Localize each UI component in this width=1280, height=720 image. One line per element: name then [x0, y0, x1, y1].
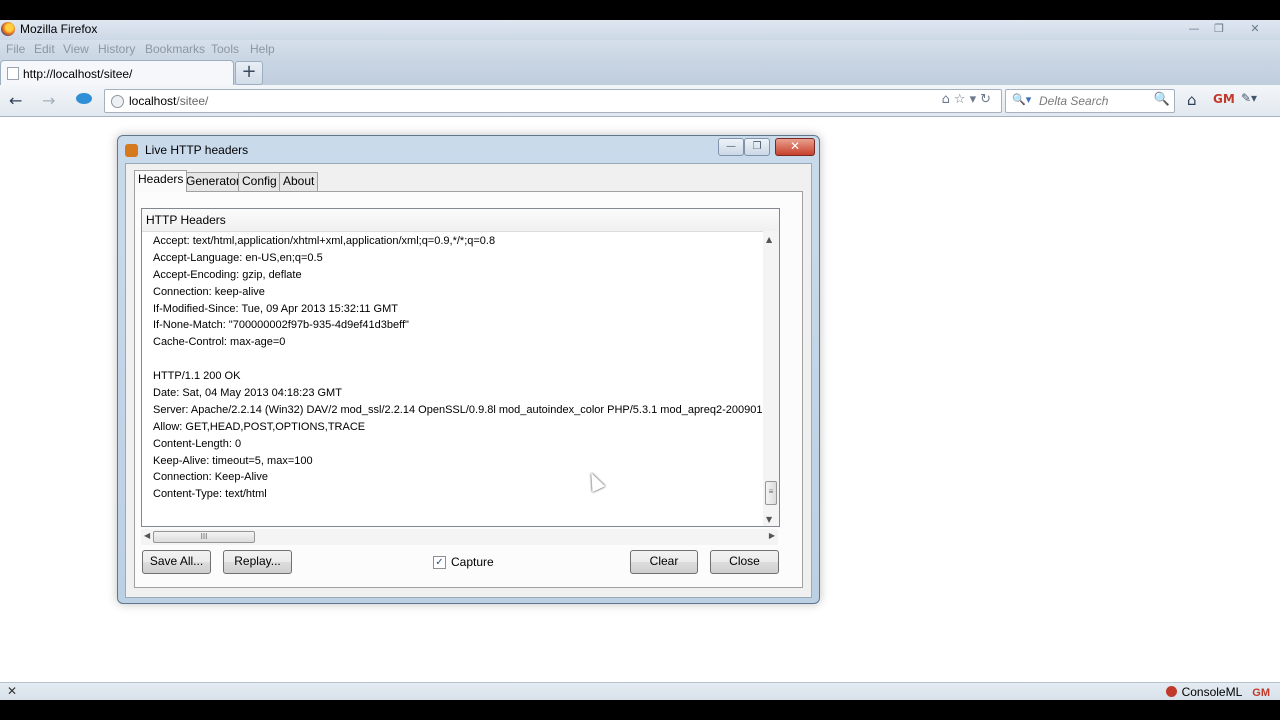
- new-tab-button[interactable]: +: [235, 61, 263, 85]
- close-icon[interactable]: ✕: [1245, 21, 1265, 37]
- navigation-toolbar: ← → localhost/sitee/ ⌂☆▾↻ 🔍▾ Delta Searc…: [0, 85, 1280, 117]
- url-bar-tools-icon[interactable]: ⌂☆▾↻: [942, 92, 995, 107]
- extension-menu-icon[interactable]: ✎▾: [1241, 91, 1257, 105]
- header-line[interactable]: If-None-Match: "700000002f97b-935-4d9ef4…: [153, 317, 763, 334]
- header-line[interactable]: Cache-Control: max-age=0: [153, 334, 763, 351]
- header-line[interactable]: Content-Type: text/html: [153, 486, 763, 503]
- search-bar[interactable]: 🔍▾ Delta Search 🔍: [1005, 89, 1175, 113]
- menu-history[interactable]: History: [98, 42, 135, 56]
- menu-view[interactable]: View: [63, 42, 89, 56]
- page-icon: [7, 67, 19, 80]
- save-all-button[interactable]: Save All...: [142, 550, 211, 574]
- scroll-up-icon[interactable]: ▲: [766, 235, 772, 244]
- window-title: Mozilla Firefox: [20, 22, 98, 36]
- replay-button[interactable]: Replay...: [223, 550, 292, 574]
- browser-tab[interactable]: http://localhost/sitee/: [0, 60, 234, 86]
- dialog-app-icon: [125, 144, 138, 157]
- list-header-label: HTTP Headers: [146, 213, 226, 227]
- close-button[interactable]: Close: [710, 550, 779, 574]
- vertical-scroll-thumb[interactable]: ≡: [765, 481, 777, 505]
- list-header[interactable]: HTTP Headers: [142, 209, 779, 232]
- scroll-right-icon[interactable]: ▶: [769, 531, 775, 540]
- header-line[interactable]: Connection: keep-alive: [153, 284, 763, 301]
- header-line[interactable]: Content-Length: 0: [153, 436, 763, 453]
- forward-button[interactable]: →: [42, 91, 55, 110]
- scroll-left-icon[interactable]: ◀: [144, 531, 150, 540]
- dialog-close-icon[interactable]: ✕: [775, 138, 815, 156]
- header-line[interactable]: [153, 351, 763, 368]
- tab-bar: http://localhost/sitee/ +: [0, 58, 1280, 86]
- headers-panel: HTTP Headers Accept: text/html,applicati…: [134, 191, 803, 588]
- url-path: /sitee/: [176, 94, 209, 108]
- header-line[interactable]: Server: Apache/2.2.14 (Win32) DAV/2 mod_…: [153, 402, 772, 419]
- url-host: localhost: [129, 94, 177, 108]
- search-icon[interactable]: 🔍: [1154, 92, 1170, 107]
- live-http-headers-dialog: Live HTTP headers — ❐ ✕ Headers Generato…: [117, 135, 820, 604]
- header-line[interactable]: Date: Sat, 04 May 2013 04:18:23 GMT: [153, 385, 763, 402]
- tab-generator[interactable]: Generator: [182, 172, 245, 191]
- status-right: ConsoleML GM: [1165, 685, 1270, 699]
- menu-bookmarks[interactable]: Bookmarks: [145, 42, 205, 56]
- gm-status-icon[interactable]: GM: [1252, 687, 1270, 699]
- minimize-icon[interactable]: —: [1184, 21, 1204, 37]
- url-bar[interactable]: localhost/sitee/ ⌂☆▾↻: [104, 89, 1002, 113]
- dialog-title: Live HTTP headers: [145, 143, 249, 157]
- http-headers-list[interactable]: HTTP Headers Accept: text/html,applicati…: [141, 208, 780, 527]
- tab-about[interactable]: About: [279, 172, 319, 191]
- header-lines: Accept: text/html,application/xhtml+xml,…: [153, 233, 772, 503]
- tab-config[interactable]: Config: [238, 172, 281, 191]
- menu-tools[interactable]: Tools: [211, 42, 239, 56]
- gm-icon[interactable]: GM: [1213, 92, 1235, 106]
- capture-label[interactable]: Capture: [451, 555, 494, 569]
- menu-bar: File Edit View History Bookmarks Tools H…: [0, 40, 1280, 58]
- header-line[interactable]: Connection: Keep-Alive: [153, 469, 763, 486]
- url-text[interactable]: localhost/sitee/: [129, 94, 208, 108]
- header-line[interactable]: Accept-Language: en-US,en;q=0.5: [153, 250, 763, 267]
- horizontal-scroll-thumb[interactable]: III: [153, 531, 255, 543]
- capture-checkbox[interactable]: ✓: [433, 556, 446, 569]
- back-button[interactable]: ←: [9, 91, 22, 110]
- header-line[interactable]: If-Modified-Since: Tue, 09 Apr 2013 15:3…: [153, 301, 763, 318]
- header-line[interactable]: Keep-Alive: timeout=5, max=100: [153, 453, 763, 470]
- scroll-down-icon[interactable]: ▼: [766, 515, 772, 524]
- vertical-scrollbar[interactable]: ▲ ≡ ▼: [763, 231, 779, 526]
- header-line[interactable]: Accept: text/html,application/xhtml+xml,…: [153, 233, 763, 250]
- firefox-window: Mozilla Firefox — ❐ ✕ File Edit View His…: [0, 20, 1280, 700]
- header-line[interactable]: HTTP/1.1 200 OK: [153, 368, 763, 385]
- horizontal-scrollbar[interactable]: ◀ III ▶: [141, 529, 778, 545]
- tab-headers[interactable]: Headers: [134, 170, 188, 192]
- title-bar: Mozilla Firefox — ❐ ✕: [0, 20, 1280, 40]
- tab-title: http://localhost/sitee/: [23, 67, 133, 81]
- menu-edit[interactable]: Edit: [34, 42, 55, 56]
- addon-bar-close-icon[interactable]: ✕: [7, 684, 17, 698]
- header-line[interactable]: Allow: GET,HEAD,POST,OPTIONS,TRACE: [153, 419, 763, 436]
- menu-help[interactable]: Help: [250, 42, 275, 56]
- addon-icon[interactable]: [76, 93, 92, 104]
- home-icon[interactable]: ⌂: [1187, 91, 1197, 109]
- status-bar: ✕ ConsoleML GM: [0, 682, 1280, 700]
- dialog-body: Headers Generator Config About HTTP Head…: [125, 163, 812, 598]
- dialog-minimize-icon[interactable]: —: [718, 138, 744, 156]
- firefox-logo-icon: [1, 22, 15, 36]
- dialog-restore-icon[interactable]: ❐: [744, 138, 770, 156]
- search-input[interactable]: Delta Search: [1039, 94, 1108, 108]
- consoleml-icon[interactable]: [1165, 686, 1177, 697]
- header-line[interactable]: Accept-Encoding: gzip, deflate: [153, 267, 763, 284]
- site-identity-icon[interactable]: [111, 95, 124, 108]
- restore-icon[interactable]: ❐: [1209, 21, 1229, 37]
- search-engine-icon[interactable]: 🔍▾: [1012, 93, 1031, 106]
- clear-button[interactable]: Clear: [630, 550, 698, 574]
- menu-file[interactable]: File: [6, 42, 25, 56]
- consoleml-label[interactable]: ConsoleML: [1182, 685, 1243, 699]
